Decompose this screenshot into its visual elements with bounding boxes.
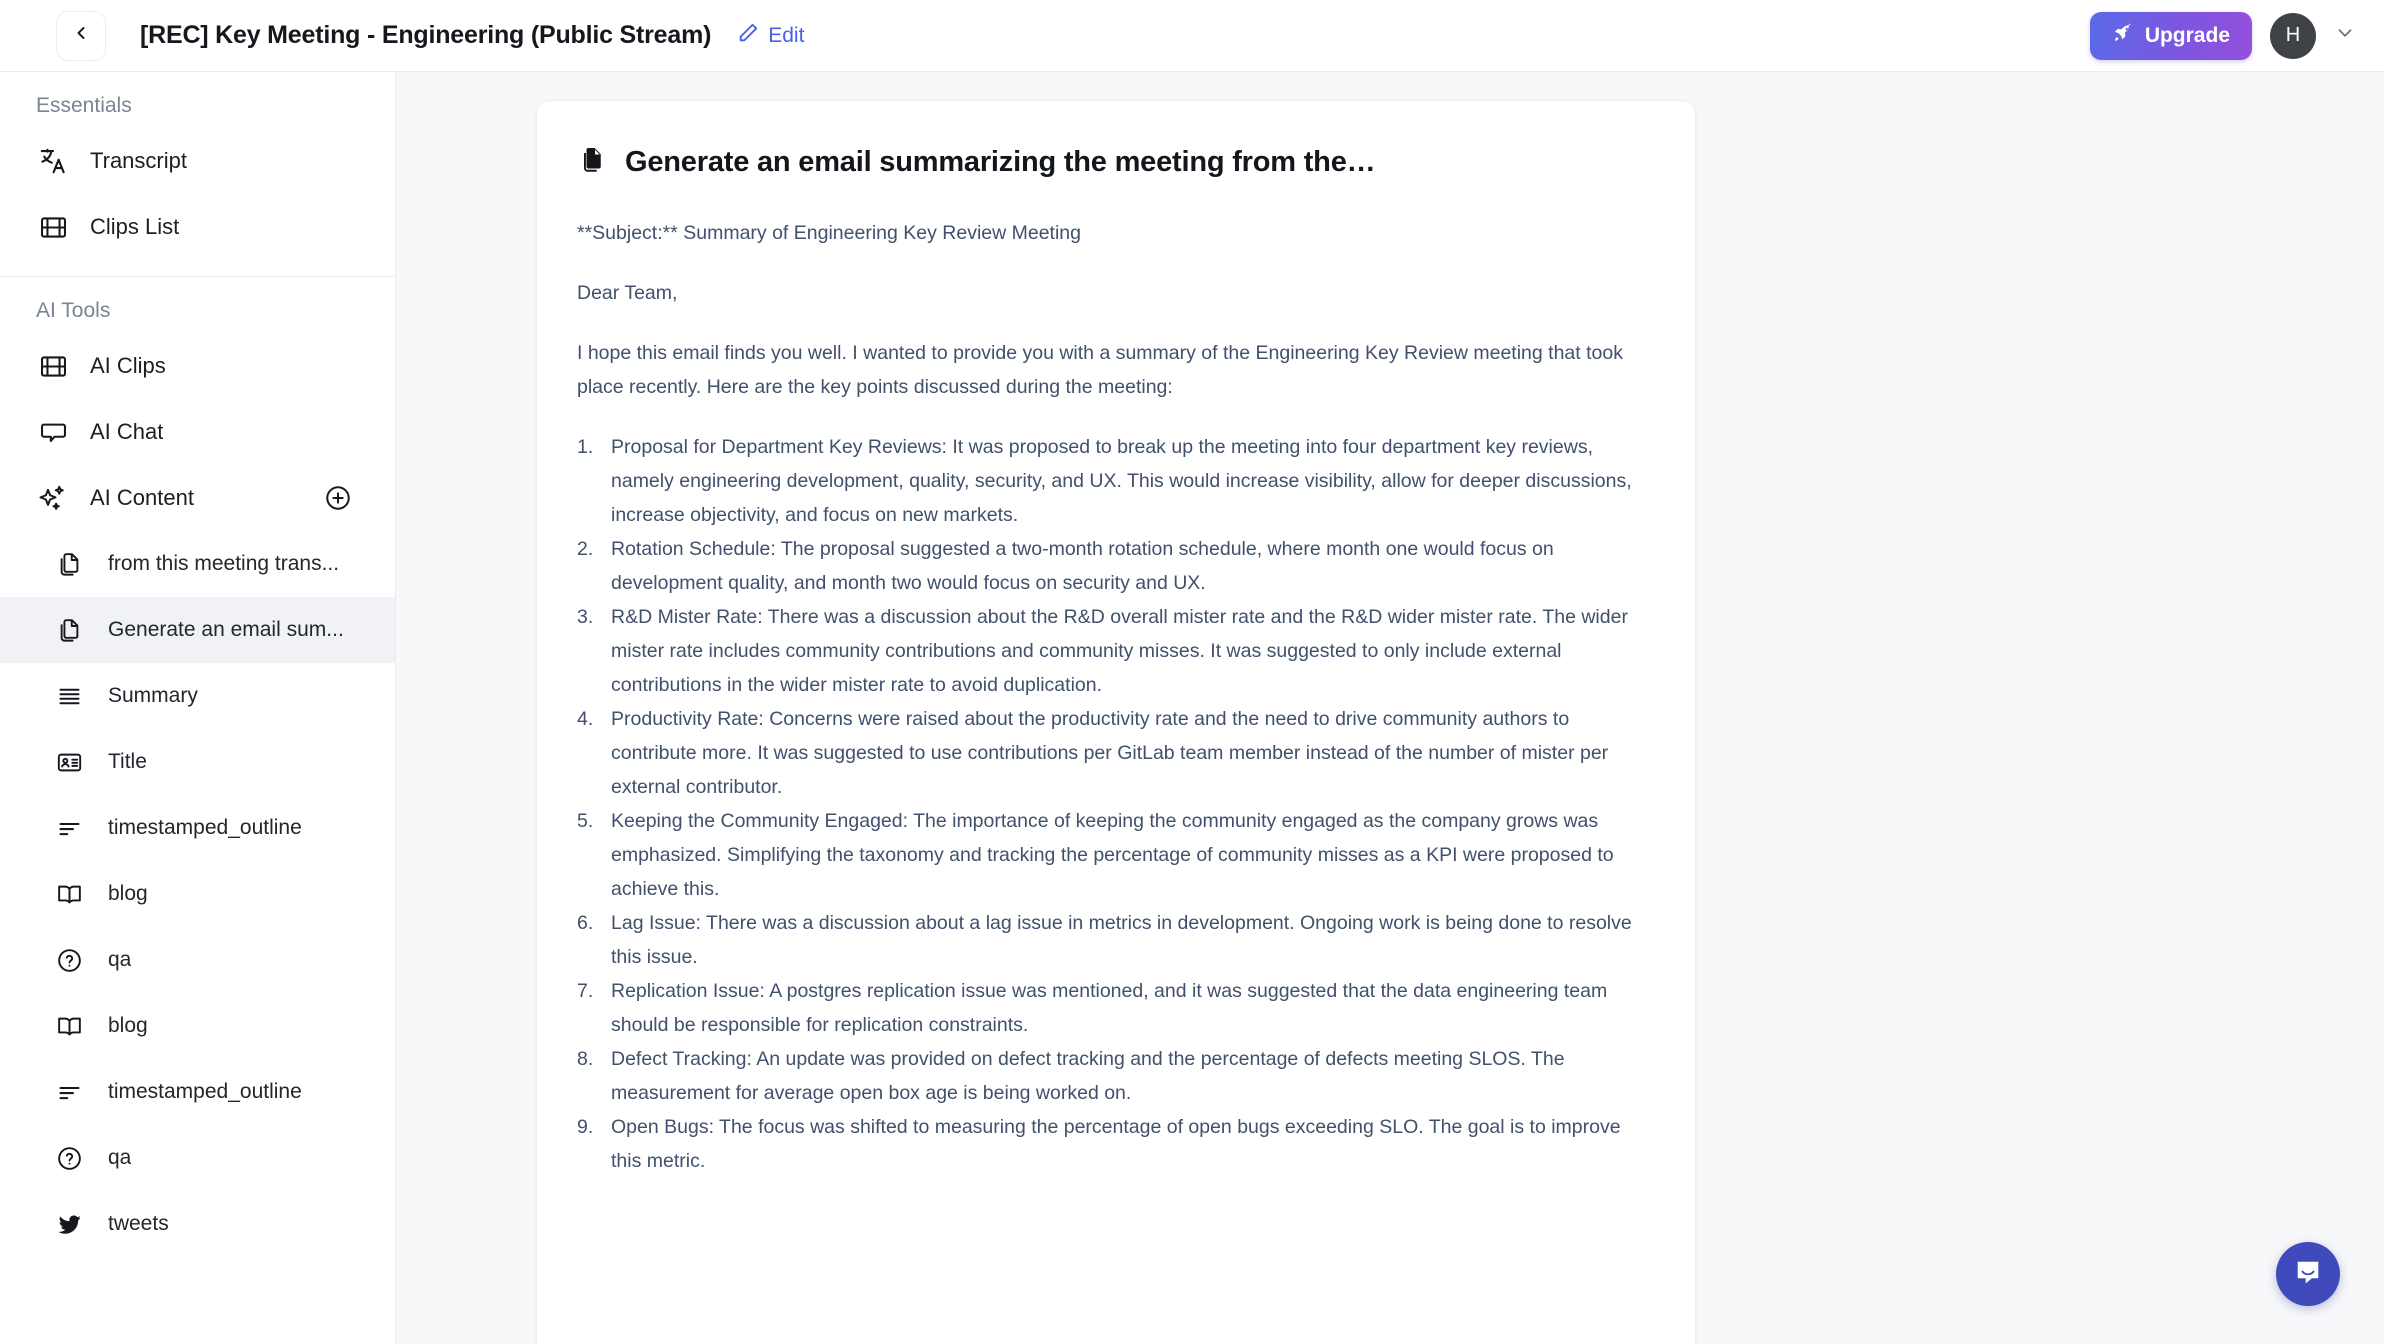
sidebar-item-label: Generate an email sum... <box>108 618 344 641</box>
sidebar-item-label: AI Content <box>90 485 194 510</box>
sidebar-item-label: tweets <box>108 1212 169 1235</box>
chat-bubble-icon <box>36 415 70 449</box>
book-open-icon <box>52 877 86 911</box>
sidebar-item-label: from this meeting trans... <box>108 552 340 575</box>
content-card: Generate an email summarizing the meetin… <box>536 100 1696 1344</box>
edit-button[interactable]: Edit <box>737 22 804 49</box>
pencil-icon <box>737 22 759 49</box>
align-left-icon <box>52 1075 86 1109</box>
list-item: Productivity Rate: Concerns were raised … <box>577 702 1609 798</box>
sidebar-item-label: Title <box>108 750 147 773</box>
sidebar-item-label: blog <box>108 1014 148 1037</box>
sidebar-item-timestamped-outline-1[interactable]: timestamped_outline <box>0 795 395 861</box>
body-paragraph-subject: **Subject:** Summary of Engineering Key … <box>577 222 1082 244</box>
film-icon <box>36 210 70 244</box>
card-header: Generate an email summarizing the meetin… <box>577 145 1647 180</box>
sidebar-item-label: timestamped_outline <box>108 816 302 839</box>
film-icon <box>36 349 70 383</box>
translate-icon <box>36 144 70 178</box>
sidebar-item-label: Clips List <box>90 214 180 239</box>
account-menu-button[interactable] <box>2334 22 2356 49</box>
sidebar-item-qa-2[interactable]: qa <box>0 1125 395 1191</box>
sidebar-item-label: blog <box>108 882 148 905</box>
list-item: Rotation Schedule: The proposal suggeste… <box>577 532 1554 594</box>
page-title: [REC] Key Meeting - Engineering (Public … <box>140 21 712 49</box>
list-item: Replication Issue: A postgres replicatio… <box>577 974 1608 1036</box>
sidebar-item-ai-content[interactable]: AI Content <box>0 465 395 531</box>
book-open-icon <box>52 1009 86 1043</box>
rocket-icon <box>2112 22 2134 50</box>
sidebar-item-generate-an-email-summary[interactable]: Generate an email sum... <box>0 597 395 663</box>
list-item: Open Bugs: The focus was shifted to meas… <box>577 1110 1621 1172</box>
body-paragraph-intro: I hope this email finds you well. I want… <box>577 342 1623 398</box>
top-bar-right: Upgrade H <box>2089 11 2356 60</box>
question-circle-icon <box>52 943 86 977</box>
list-item: Defect Tracking: An update was provided … <box>577 1042 1565 1104</box>
body-paragraph-greeting: Dear Team, <box>577 282 678 304</box>
sidebar-item-tweets[interactable]: tweets <box>0 1191 395 1257</box>
list-item: R&D Mister Rate: There was a discussion … <box>577 600 1628 696</box>
sidebar-item-from-this-meeting-transcript[interactable]: from this meeting trans... <box>0 531 395 597</box>
intercom-chat-button[interactable] <box>2276 1242 2340 1306</box>
sidebar-item-ai-clips[interactable]: AI Clips <box>0 333 395 399</box>
copy-document-icon <box>52 547 86 581</box>
avatar[interactable]: H <box>2270 12 2316 59</box>
intercom-chat-icon <box>2292 1256 2324 1293</box>
sidebar-item-label: timestamped_outline <box>108 1080 302 1103</box>
sidebar-section-title-essentials: Essentials <box>36 94 132 117</box>
sidebar-item-label: AI Clips <box>90 353 166 378</box>
sidebar-item-clips-list[interactable]: Clips List <box>0 194 395 260</box>
card-body: **Subject:** Summary of Engineering Key … <box>577 216 1647 1178</box>
sidebar-item-label: qa <box>108 1146 132 1169</box>
sidebar: Essentials Transcript Clips List AI Tool… <box>0 72 396 1344</box>
sidebar-item-transcript[interactable]: Transcript <box>0 128 395 194</box>
chevron-left-icon <box>71 23 91 48</box>
sidebar-item-summary[interactable]: Summary <box>0 663 395 729</box>
sidebar-item-blog-1[interactable]: blog <box>0 861 395 927</box>
sparkles-icon <box>36 481 70 515</box>
list-item: Keeping the Community Engaged: The impor… <box>577 804 1614 900</box>
sidebar-section-title-ai-tools: AI Tools <box>36 299 111 322</box>
list-item: Proposal for Department Key Reviews: It … <box>577 430 1632 526</box>
chevron-down-icon <box>2334 22 2356 49</box>
back-button[interactable] <box>56 10 106 61</box>
sidebar-item-title[interactable]: Title <box>0 729 395 795</box>
edit-label: Edit <box>768 23 805 47</box>
sidebar-item-label: Transcript <box>90 148 187 173</box>
twitter-bird-icon <box>52 1207 86 1241</box>
upgrade-label: Upgrade <box>2144 23 2230 47</box>
id-card-icon <box>52 745 86 779</box>
key-points-list: Proposal for Department Key Reviews: It … <box>577 430 1647 1178</box>
sidebar-item-qa-1[interactable]: qa <box>0 927 395 993</box>
plus-circle-icon[interactable] <box>323 483 353 513</box>
align-left-icon <box>52 811 86 845</box>
question-circle-icon <box>52 1141 86 1175</box>
lines-icon <box>52 679 86 713</box>
sidebar-item-ai-chat[interactable]: AI Chat <box>0 399 395 465</box>
list-item: Lag Issue: There was a discussion about … <box>577 906 1632 968</box>
sidebar-item-label: qa <box>108 948 132 971</box>
upgrade-button[interactable]: Upgrade <box>2089 11 2252 60</box>
sidebar-item-label: AI Chat <box>90 419 164 444</box>
sidebar-item-timestamped-outline-2[interactable]: timestamped_outline <box>0 1059 395 1125</box>
copy-document-icon <box>52 613 86 647</box>
main-content-area: Generate an email summarizing the meetin… <box>396 72 2384 1344</box>
sidebar-item-blog-2[interactable]: blog <box>0 993 395 1059</box>
top-bar: [REC] Key Meeting - Engineering (Public … <box>0 0 2384 72</box>
avatar-initial: H <box>2285 24 2301 46</box>
sidebar-item-label: Summary <box>108 684 198 707</box>
card-title: Generate an email summarizing the meetin… <box>625 146 1376 178</box>
copy-document-icon <box>577 145 607 180</box>
